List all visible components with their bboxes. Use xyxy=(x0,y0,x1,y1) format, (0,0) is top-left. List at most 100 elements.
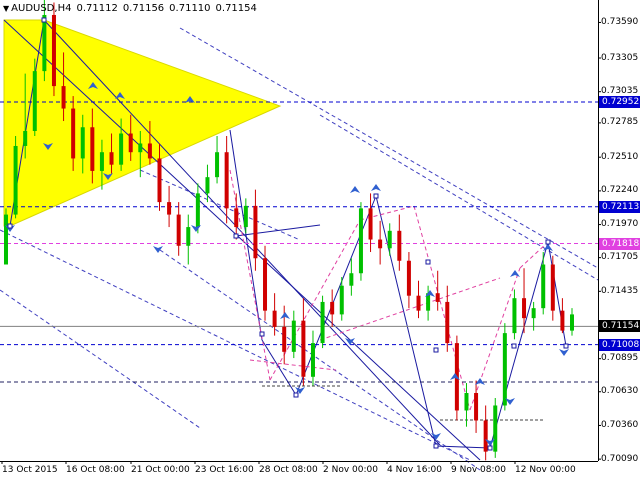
candle-51 xyxy=(493,397,498,458)
wave-point-12 xyxy=(563,343,569,349)
wave-point-4 xyxy=(293,392,299,398)
candle-body xyxy=(234,208,239,228)
channel-line-2 xyxy=(0,289,201,429)
y-tick-label: 0.70090 xyxy=(601,453,639,464)
magenta-line-2 xyxy=(359,205,415,221)
low-value: 0.71110 xyxy=(169,3,211,14)
fractal-up-arrow-icon-10 xyxy=(543,244,553,251)
wave-point-10 xyxy=(511,343,517,349)
x-tick-label: 2 Nov 00:00 xyxy=(323,465,378,475)
y-tick-label: 0.72785 xyxy=(601,117,639,128)
chart-header: ▼ AUDUSD,H4 0.71112 0.71156 0.71110 0.71154 xyxy=(3,3,262,14)
price-tag-4: 0.71008 xyxy=(599,338,640,351)
wave-point-9 xyxy=(487,445,493,451)
wave-point-0 xyxy=(41,17,47,23)
candle-body xyxy=(368,208,373,240)
candle-body xyxy=(253,205,258,259)
candle-41 xyxy=(397,214,402,271)
candle-body xyxy=(406,260,411,296)
candle-33 xyxy=(320,295,325,349)
candle-body xyxy=(301,320,306,377)
candle-53 xyxy=(512,289,517,340)
candle-body xyxy=(560,310,565,331)
x-tick-label: 13 Oct 2015 xyxy=(2,465,58,475)
candle-32 xyxy=(310,330,315,386)
candle-5 xyxy=(51,2,56,97)
candle-body xyxy=(176,214,181,246)
y-tick-label: 0.72240 xyxy=(601,185,639,196)
candle-30 xyxy=(291,310,296,359)
candle-body xyxy=(224,152,229,209)
candle-body xyxy=(243,205,248,228)
candle-body xyxy=(512,298,517,334)
candle-body xyxy=(291,320,296,352)
candle-56 xyxy=(541,252,546,315)
candle-42 xyxy=(406,252,411,309)
candle-39 xyxy=(378,220,383,265)
candle-body xyxy=(474,393,479,421)
candle-body xyxy=(186,227,191,246)
candle-body xyxy=(272,310,277,327)
x-tick-label: 28 Oct 08:00 xyxy=(259,465,318,475)
magenta-line-4 xyxy=(469,267,521,411)
candle-31 xyxy=(301,298,306,386)
candle-body xyxy=(435,293,440,302)
symbol-label: AUDUSD,H4 xyxy=(11,3,72,14)
candle-body xyxy=(167,202,172,215)
candle-body xyxy=(51,14,56,87)
candle-45 xyxy=(435,270,440,311)
candle-body xyxy=(502,333,507,406)
x-tick-label: 16 Oct 08:00 xyxy=(66,465,125,475)
fractal-up-arrow-icon-5 xyxy=(371,184,381,191)
x-tick-label: 4 Nov 16:00 xyxy=(387,465,442,475)
wave-point-7 xyxy=(433,347,439,353)
high-value: 0.71156 xyxy=(122,3,165,14)
candle-19 xyxy=(186,214,191,265)
candle-body xyxy=(147,143,152,159)
x-tick-label: 12 Nov 00:00 xyxy=(515,465,576,475)
price-tag-3: 0.71154 xyxy=(599,320,640,333)
candle-25 xyxy=(243,198,248,234)
candle-body xyxy=(349,273,354,286)
candle-0 xyxy=(4,208,8,265)
y-tick-label: 0.73590 xyxy=(601,16,639,27)
candle-body xyxy=(4,214,8,265)
channel-line-3 xyxy=(139,169,301,241)
candle-27 xyxy=(263,245,268,321)
open-value: 0.71112 xyxy=(76,3,118,14)
candle-59 xyxy=(570,308,574,336)
candle-body xyxy=(320,301,325,344)
chart-window[interactable]: ▼ AUDUSD,H4 0.71112 0.71156 0.71110 0.71154 0… xyxy=(0,0,640,480)
candle-23 xyxy=(224,135,229,224)
candle-body xyxy=(61,86,66,109)
trend-line-0 xyxy=(3,19,481,461)
fractal-down-arrow-icon-10 xyxy=(559,349,569,356)
candle-body xyxy=(531,308,536,319)
candle-26 xyxy=(253,189,258,271)
candle-24 xyxy=(234,193,239,240)
candle-body xyxy=(397,230,402,261)
wave-point-5 xyxy=(373,193,379,199)
magenta-line-7 xyxy=(249,359,337,371)
chart-canvas[interactable] xyxy=(0,0,640,480)
y-tick-label: 0.70360 xyxy=(601,419,639,430)
wave-point-8 xyxy=(433,443,439,449)
candle-body xyxy=(464,393,469,411)
candle-43 xyxy=(416,280,421,319)
candle-36 xyxy=(349,258,354,296)
fractal-up-arrow-icon-4 xyxy=(350,186,360,193)
candle-58 xyxy=(560,298,565,334)
candle-body xyxy=(90,127,95,171)
y-tick-label: 0.71970 xyxy=(601,219,639,230)
candle-body xyxy=(157,158,162,203)
candle-1 xyxy=(13,135,18,219)
candle-body xyxy=(128,133,133,153)
y-tick-label: 0.70895 xyxy=(601,353,639,364)
dropdown-triangle-icon[interactable]: ▼ xyxy=(3,4,9,13)
candle-body xyxy=(282,326,287,352)
magenta-line-5 xyxy=(519,241,549,269)
candle-22 xyxy=(215,135,220,184)
fractal-down-arrow-icon-3 xyxy=(153,246,163,253)
candle-34 xyxy=(330,289,335,327)
wave-point-2 xyxy=(233,233,239,239)
